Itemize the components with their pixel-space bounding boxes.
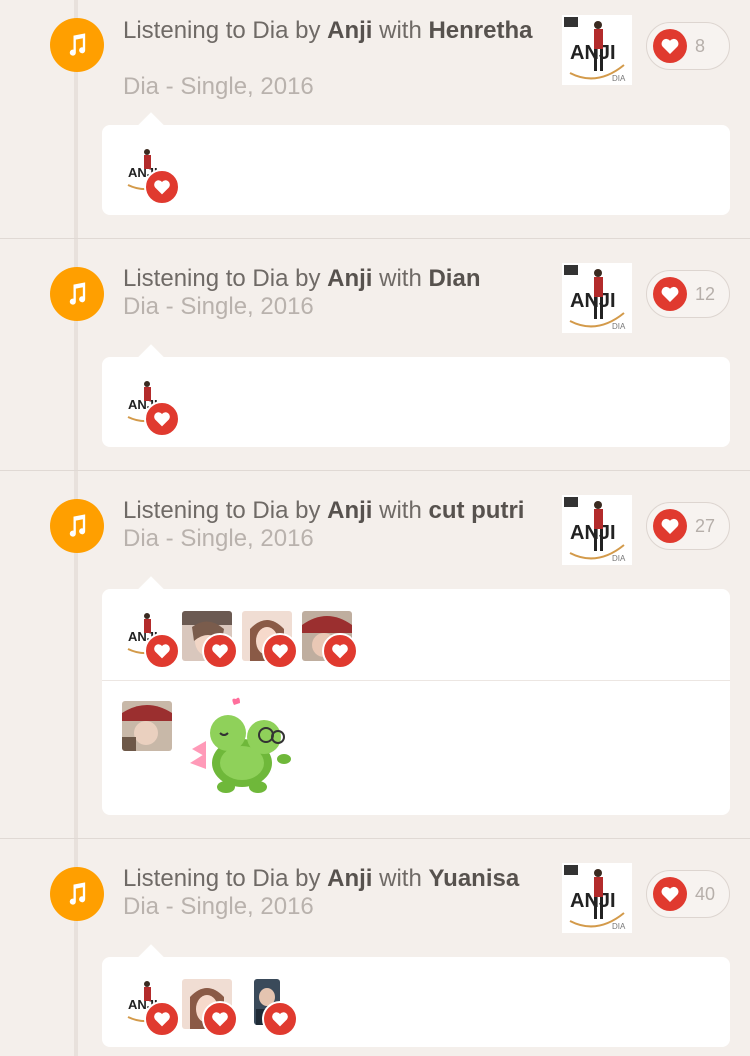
liker-avatar[interactable]: ANJI (124, 379, 180, 437)
friend-name[interactable]: Dian (428, 265, 480, 292)
card-notch (138, 944, 164, 970)
liker-avatar[interactable]: ANJI (124, 611, 180, 669)
heart-icon (653, 29, 687, 63)
heart-icon (653, 277, 687, 311)
liker-avatar[interactable] (242, 611, 298, 669)
card-notch (138, 112, 164, 138)
comment-avatar[interactable] (122, 701, 172, 751)
heart-badge-icon (202, 1001, 238, 1037)
liker-avatar[interactable] (302, 611, 358, 669)
album-cover-icon[interactable]: ANJI DIA (562, 263, 632, 333)
moment-separator (0, 838, 750, 839)
headline-text: with (372, 265, 429, 292)
artist-name[interactable]: Anji (327, 865, 372, 892)
card-notch (138, 576, 164, 602)
headline-text: Listening to Dia by (123, 265, 328, 292)
headline-text: Listening to Dia by (123, 17, 328, 44)
headline-text: with (372, 865, 429, 892)
artist-name[interactable]: Anji (327, 17, 372, 44)
like-count: 12 (695, 283, 716, 304)
headline-text: with (372, 497, 429, 524)
moment-separator (0, 238, 750, 239)
headline-text: Listening to Dia by (123, 865, 328, 892)
headline-text: Listening to Dia by (123, 497, 328, 524)
card-notch (138, 344, 164, 370)
likes-card: ANJI (102, 944, 730, 1047)
moment-headline: Listening to Dia by Anji with Henretha (123, 17, 553, 45)
svg-text:ANJI: ANJI (570, 890, 616, 912)
svg-text:ANJI: ANJI (570, 290, 616, 312)
liker-avatar[interactable]: ANJI (124, 147, 180, 205)
likes-card: ANJI (102, 576, 730, 815)
like-button[interactable]: 27 (646, 502, 730, 550)
heart-badge-icon (144, 169, 180, 205)
album-cover-icon[interactable]: ANJI DIA (562, 495, 632, 565)
album-cover-icon[interactable]: ANJI DIA (562, 15, 632, 85)
like-count: 40 (695, 883, 716, 904)
moment-separator (0, 470, 750, 471)
music-note-icon (50, 267, 104, 321)
friend-name[interactable]: Yuanisa (428, 865, 519, 892)
liker-avatar[interactable] (182, 979, 238, 1037)
artist-name[interactable]: Anji (327, 497, 372, 524)
heart-badge-icon (144, 401, 180, 437)
music-note-icon (50, 867, 104, 921)
svg-text:DIA: DIA (612, 922, 626, 931)
svg-text:ANJI: ANJI (570, 522, 616, 544)
likes-card: ANJI (102, 344, 730, 447)
heart-badge-icon (202, 633, 238, 669)
heart-badge-icon (144, 633, 180, 669)
friend-name[interactable]: Henretha (428, 17, 532, 44)
moment-headline: Listening to Dia by Anji with Yuanisa (123, 865, 553, 893)
turtle-couple-sticker-icon[interactable] (184, 693, 294, 799)
album-cover-icon[interactable]: ANJI DIA (562, 863, 632, 933)
heart-badge-icon (262, 1001, 298, 1037)
friend-name[interactable]: cut putri (428, 497, 524, 524)
likes-card: ANJI (102, 112, 730, 215)
music-note-icon (50, 18, 104, 72)
moment-headline: Listening to Dia by Anji with Dian (123, 265, 553, 293)
svg-text:DIA: DIA (612, 322, 626, 331)
artist-name[interactable]: Anji (327, 265, 372, 292)
card-divider (102, 680, 730, 681)
moment-headline: Listening to Dia by Anji with cut putri (123, 497, 553, 525)
liker-avatar[interactable] (254, 979, 298, 1037)
headline-text: with (372, 17, 429, 44)
liker-avatar[interactable]: ANJI (124, 979, 180, 1037)
like-button[interactable]: 40 (646, 870, 730, 918)
heart-icon (653, 877, 687, 911)
svg-text:ANJI: ANJI (570, 42, 616, 64)
heart-badge-icon (322, 633, 358, 669)
svg-text:DIA: DIA (612, 554, 626, 563)
liker-avatar[interactable] (182, 611, 238, 669)
album-subtitle: Dia - Single, 2016 (123, 525, 314, 552)
album-subtitle: Dia - Single, 2016 (123, 73, 314, 100)
heart-icon (653, 509, 687, 543)
like-count: 27 (695, 515, 716, 536)
heart-badge-icon (262, 633, 298, 669)
like-button[interactable]: 12 (646, 270, 730, 318)
album-subtitle: Dia - Single, 2016 (123, 893, 314, 920)
like-count: 8 (695, 35, 706, 56)
like-button[interactable]: 8 (646, 22, 730, 70)
svg-text:DIA: DIA (612, 74, 626, 83)
album-subtitle: Dia - Single, 2016 (123, 293, 314, 320)
heart-badge-icon (144, 1001, 180, 1037)
music-note-icon (50, 499, 104, 553)
